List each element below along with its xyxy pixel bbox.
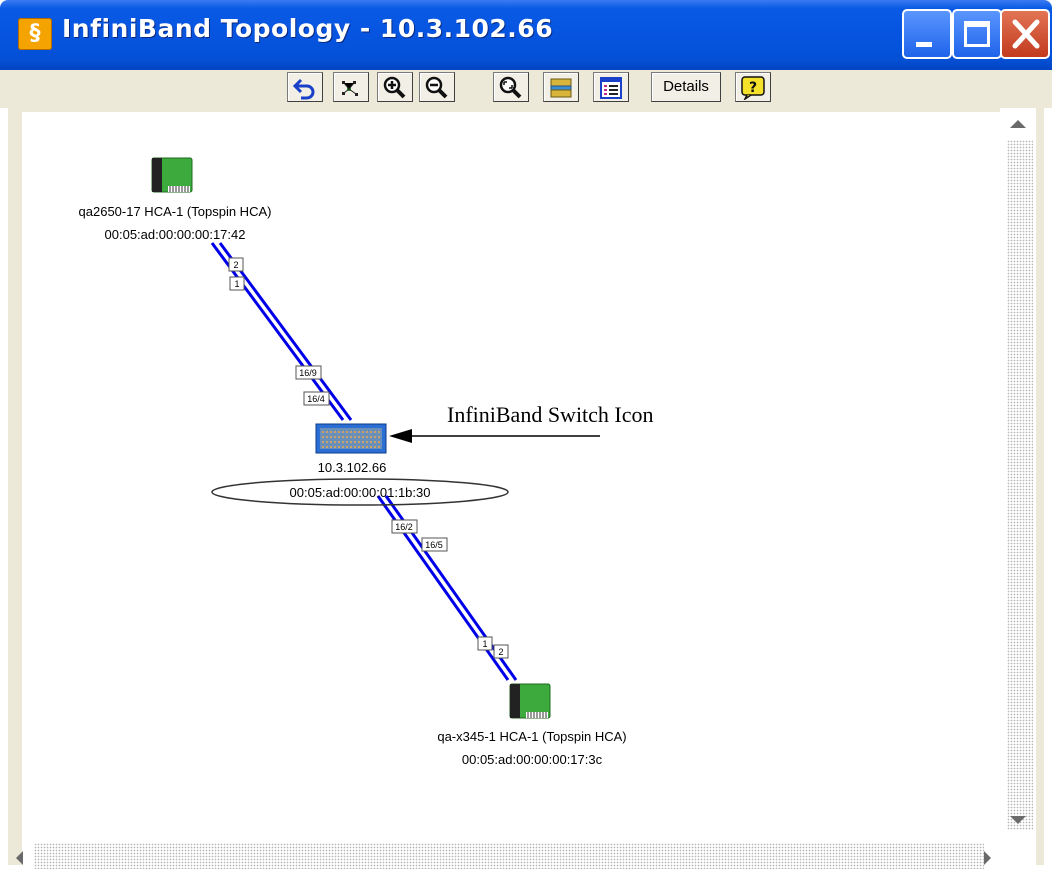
svg-text:16/9: 16/9 (299, 368, 317, 378)
port-label: 16/4 (303, 391, 330, 406)
port-label: 1 (229, 276, 245, 291)
port-label: 2 (493, 644, 509, 659)
svg-text:1: 1 (482, 639, 487, 649)
svg-text:1: 1 (234, 279, 239, 289)
hca-card-icon (151, 157, 193, 193)
topology-graph: 2 1 16/9 16/4 16/2 16/5 1 2 qa2650-17 HC… (79, 157, 654, 767)
switch-name-label: 10.3.102.66 (318, 460, 387, 475)
topology-window: § InfiniBand Topology - 10.3.102.66 Deta… (0, 0, 1052, 873)
port-label: 16/9 (295, 365, 322, 380)
hca-node-1[interactable]: qa2650-17 HCA-1 (Topspin HCA) 00:05:ad:0… (79, 157, 272, 242)
port-label: 1 (477, 636, 493, 651)
hca-guid-label: 00:05:ad:00:00:00:17:42 (105, 227, 246, 242)
port-label: 16/5 (421, 537, 448, 552)
hca-node-2[interactable]: qa-x345-1 HCA-1 (Topspin HCA) 00:05:ad:0… (437, 683, 627, 767)
callout-label: InfiniBand Switch Icon (447, 402, 654, 427)
switch-callout: InfiniBand Switch Icon (389, 402, 654, 443)
callout-arrowhead (389, 429, 412, 443)
switch-guid-label: 00:05:ad:00:00:01:1b:30 (290, 485, 431, 500)
svg-text:2: 2 (233, 260, 238, 270)
svg-text:16/4: 16/4 (307, 394, 325, 404)
port-label: 16/2 (391, 519, 418, 534)
svg-text:16/5: 16/5 (425, 540, 443, 550)
hca-name-label: qa2650-17 HCA-1 (Topspin HCA) (79, 204, 272, 219)
svg-text:2: 2 (498, 647, 503, 657)
port-label: 2 (228, 257, 244, 272)
hca-guid-label: 00:05:ad:00:00:00:17:3c (462, 752, 603, 767)
svg-text:16/2: 16/2 (395, 522, 413, 532)
hca-name-label: qa-x345-1 HCA-1 (Topspin HCA) (437, 729, 626, 744)
hca-card-icon (509, 683, 551, 719)
infiniband-switch-icon (315, 423, 387, 454)
